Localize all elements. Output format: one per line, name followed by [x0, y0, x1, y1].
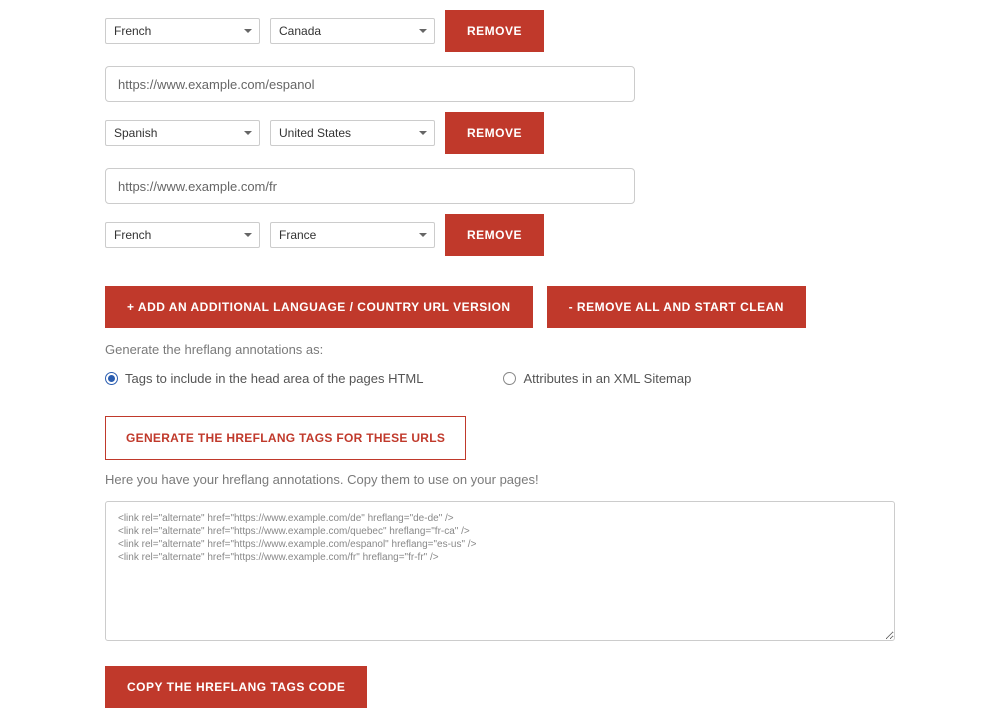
- url-row: [105, 168, 1000, 204]
- country-select[interactable]: Canada: [270, 18, 435, 44]
- language-select-value: French: [114, 228, 151, 242]
- radio-html-tags[interactable]: Tags to include in the head area of the …: [105, 371, 423, 386]
- radio-xml-sitemap[interactable]: Attributes in an XML Sitemap: [503, 371, 691, 386]
- chevron-down-icon: [419, 233, 427, 237]
- radio-icon: [503, 372, 516, 385]
- country-select-value: Canada: [279, 24, 321, 38]
- country-select-value: France: [279, 228, 316, 242]
- remove-button[interactable]: REMOVE: [445, 112, 544, 154]
- remove-all-button[interactable]: - REMOVE ALL AND START CLEAN: [547, 286, 806, 328]
- copy-button[interactable]: COPY THE HREFLANG TAGS CODE: [105, 666, 367, 708]
- entry-row: Spanish United States REMOVE: [105, 112, 1000, 154]
- country-select-value: United States: [279, 126, 351, 140]
- language-select-value: Spanish: [114, 126, 157, 140]
- chevron-down-icon: [419, 29, 427, 33]
- country-select[interactable]: United States: [270, 120, 435, 146]
- output-textarea[interactable]: [105, 501, 895, 641]
- chevron-down-icon: [244, 131, 252, 135]
- url-input[interactable]: [105, 66, 635, 102]
- language-select[interactable]: French: [105, 18, 260, 44]
- action-buttons-row: + ADD AN ADDITIONAL LANGUAGE / COUNTRY U…: [105, 286, 1000, 328]
- url-row: [105, 66, 1000, 102]
- remove-button[interactable]: REMOVE: [445, 214, 544, 256]
- add-language-button[interactable]: + ADD AN ADDITIONAL LANGUAGE / COUNTRY U…: [105, 286, 533, 328]
- output-format-radios: Tags to include in the head area of the …: [105, 371, 1000, 386]
- language-select[interactable]: French: [105, 222, 260, 248]
- generate-as-label: Generate the hreflang annotations as:: [105, 342, 1000, 357]
- copy-row: COPY THE HREFLANG TAGS CODE: [105, 666, 1000, 708]
- radio-icon: [105, 372, 118, 385]
- hreflang-tool: French Canada REMOVE Spanish United Stat…: [105, 10, 1000, 708]
- remove-button[interactable]: REMOVE: [445, 10, 544, 52]
- chevron-down-icon: [244, 29, 252, 33]
- language-select[interactable]: Spanish: [105, 120, 260, 146]
- entry-row: French Canada REMOVE: [105, 10, 1000, 52]
- url-input[interactable]: [105, 168, 635, 204]
- country-select[interactable]: France: [270, 222, 435, 248]
- generate-button[interactable]: GENERATE THE HREFLANG TAGS FOR THESE URL…: [105, 416, 466, 460]
- language-select-value: French: [114, 24, 151, 38]
- radio-label: Tags to include in the head area of the …: [125, 371, 423, 386]
- entry-row: French France REMOVE: [105, 214, 1000, 256]
- chevron-down-icon: [244, 233, 252, 237]
- output-help-label: Here you have your hreflang annotations.…: [105, 472, 1000, 487]
- chevron-down-icon: [419, 131, 427, 135]
- radio-label: Attributes in an XML Sitemap: [523, 371, 691, 386]
